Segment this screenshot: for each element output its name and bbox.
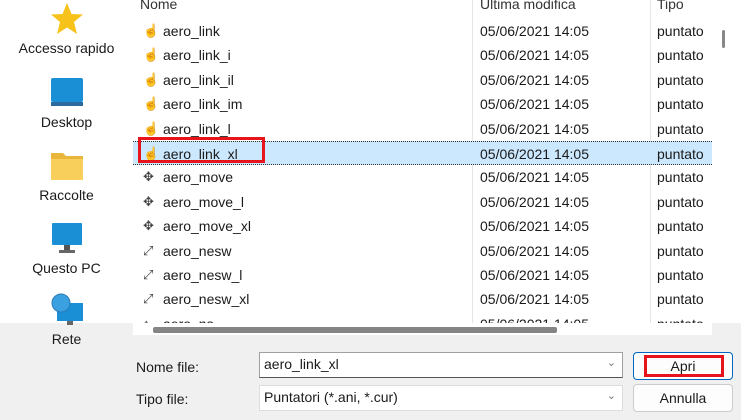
- highlight-annotation: [644, 355, 724, 377]
- nav-label: Desktop: [40, 114, 93, 130]
- resize-diagonal-cursor-icon: ⤢: [143, 242, 154, 258]
- file-date: 05/06/2021 14:05: [480, 120, 589, 137]
- file-type: puntato: [657, 47, 704, 64]
- resize-vertical-cursor-icon: ↕: [143, 316, 157, 323]
- move-cursor-icon: ✥: [143, 169, 154, 185]
- file-date: 05/06/2021 14:05: [480, 169, 589, 186]
- filetype-label: Tipo file:: [136, 391, 189, 407]
- hand-cursor-icon: ☝: [143, 120, 160, 136]
- file-row[interactable]: ☝ aero_link_i 05/06/2021 14:05 puntato: [133, 43, 712, 67]
- file-name: aero_move_l: [163, 193, 244, 210]
- file-row[interactable]: ☝ aero_link 05/06/2021 14:05 puntato: [133, 19, 712, 43]
- file-date: 05/06/2021 14:05: [480, 71, 589, 88]
- hand-cursor-icon: ☝: [143, 96, 160, 112]
- nav-network[interactable]: Rete: [0, 293, 133, 347]
- file-type: puntato: [657, 23, 704, 39]
- hand-cursor-icon: ☝: [143, 71, 160, 87]
- cancel-button[interactable]: Annulla: [633, 384, 733, 412]
- file-name: aero_move: [163, 169, 234, 186]
- file-row[interactable]: ✥ aero_move 05/06/2021 14:05 puntato: [133, 165, 712, 189]
- file-row[interactable]: ⤢ aero_nesw_xl 05/06/2021 14:05 puntato: [133, 287, 712, 311]
- file-name: aero_link_il: [163, 71, 234, 88]
- file-name: aero_move_xl: [163, 218, 251, 235]
- file-name: aero_link: [163, 23, 220, 39]
- move-cursor-icon: ✥: [143, 193, 154, 209]
- file-date: 05/06/2021 14:05: [480, 242, 589, 259]
- filename-value: aero_link_xl: [264, 356, 339, 372]
- file-row[interactable]: ⤢ aero_nesw_l 05/06/2021 14:05 puntato: [133, 263, 712, 287]
- file-type: puntato: [657, 218, 704, 235]
- resize-diagonal-cursor-icon: ⤢: [143, 291, 154, 307]
- star-icon: [49, 2, 85, 36]
- file-row[interactable]: ↕ aero_ns 05/06/2021 14:05 puntato: [133, 312, 712, 323]
- file-type: puntato: [657, 267, 704, 283]
- nav-label: Questo PC: [32, 260, 101, 276]
- file-date: 05/06/2021 14:05: [480, 47, 589, 64]
- chevron-down-icon[interactable]: ⌄: [607, 356, 616, 369]
- nav-label: Accesso rapido: [18, 40, 115, 56]
- file-type: puntato: [657, 96, 704, 113]
- file-name: aero_link_im: [163, 96, 243, 113]
- hand-cursor-icon: ☝: [143, 23, 160, 38]
- nav-this-pc[interactable]: Questo PC: [0, 222, 133, 276]
- file-type: puntato: [657, 146, 704, 162]
- nav-quick-access[interactable]: Accesso rapido: [0, 2, 133, 56]
- nav-label: Rete: [51, 331, 82, 347]
- filetype-value: Puntatori (*.ani, *.cur): [264, 389, 398, 405]
- file-row[interactable]: ☝ aero_link_im 05/06/2021 14:05 puntato: [133, 92, 712, 116]
- scroll-thumb[interactable]: [153, 327, 557, 333]
- file-type: puntato: [657, 312, 704, 323]
- file-name: aero_nesw: [163, 242, 232, 259]
- highlight-annotation: [138, 137, 265, 163]
- network-icon: [49, 293, 85, 327]
- file-date: 05/06/2021 14:05: [480, 312, 589, 323]
- file-date: 05/06/2021 14:05: [480, 146, 589, 162]
- file-name: aero_nesw_l: [163, 267, 243, 283]
- move-cursor-icon: ✥: [143, 218, 154, 234]
- computer-icon: [49, 222, 85, 256]
- file-date: 05/06/2021 14:05: [480, 193, 589, 210]
- filetype-select[interactable]: Puntatori (*.ani, *.cur) ⌄: [259, 385, 623, 411]
- horizontal-scrollbar[interactable]: [133, 323, 712, 335]
- file-row[interactable]: ✥ aero_move_l 05/06/2021 14:05 puntato: [133, 190, 712, 214]
- file-date: 05/06/2021 14:05: [480, 96, 589, 113]
- column-header-type[interactable]: Tipo: [657, 0, 684, 12]
- column-headers: Nome Ultima modifica Tipo: [133, 0, 712, 16]
- hand-cursor-icon: ☝: [143, 47, 160, 63]
- filename-label: Nome file:: [136, 359, 200, 375]
- column-header-modified[interactable]: Ultima modifica: [480, 0, 576, 12]
- resize-diagonal-cursor-icon: ⤢: [143, 267, 154, 282]
- file-type: puntato: [657, 193, 704, 210]
- vertical-scrollbar[interactable]: [712, 0, 741, 323]
- scroll-thumb[interactable]: [722, 30, 725, 48]
- column-header-name[interactable]: Nome: [140, 0, 177, 12]
- file-row[interactable]: ✥ aero_move_xl 05/06/2021 14:05 puntato: [133, 214, 712, 238]
- file-date: 05/06/2021 14:05: [480, 267, 589, 283]
- file-name: aero_link_i: [163, 47, 231, 64]
- file-row[interactable]: ☝ aero_link_il 05/06/2021 14:05 puntato: [133, 68, 712, 92]
- file-date: 05/06/2021 14:05: [480, 23, 589, 39]
- file-type: puntato: [657, 242, 704, 259]
- file-type: puntato: [657, 120, 704, 137]
- navigation-pane: Accesso rapido Desktop Raccolte Questo P…: [0, 0, 133, 347]
- file-name: aero_ns: [163, 312, 214, 323]
- nav-libraries[interactable]: Raccolte: [0, 149, 133, 203]
- nav-label: Raccolte: [39, 187, 94, 203]
- file-date: 05/06/2021 14:05: [480, 291, 589, 308]
- nav-desktop[interactable]: Desktop: [0, 76, 133, 130]
- folder-icon: [49, 149, 85, 183]
- file-type: puntato: [657, 71, 704, 88]
- file-name: aero_nesw_xl: [163, 291, 250, 308]
- file-date: 05/06/2021 14:05: [480, 218, 589, 235]
- file-type: puntato: [657, 169, 704, 186]
- file-type: puntato: [657, 291, 704, 308]
- chevron-down-icon: ⌄: [606, 390, 616, 402]
- filename-input[interactable]: aero_link_xl ⌄: [259, 352, 623, 378]
- desktop-icon: [49, 76, 85, 110]
- file-row[interactable]: ⤢ aero_nesw 05/06/2021 14:05 puntato: [133, 239, 712, 263]
